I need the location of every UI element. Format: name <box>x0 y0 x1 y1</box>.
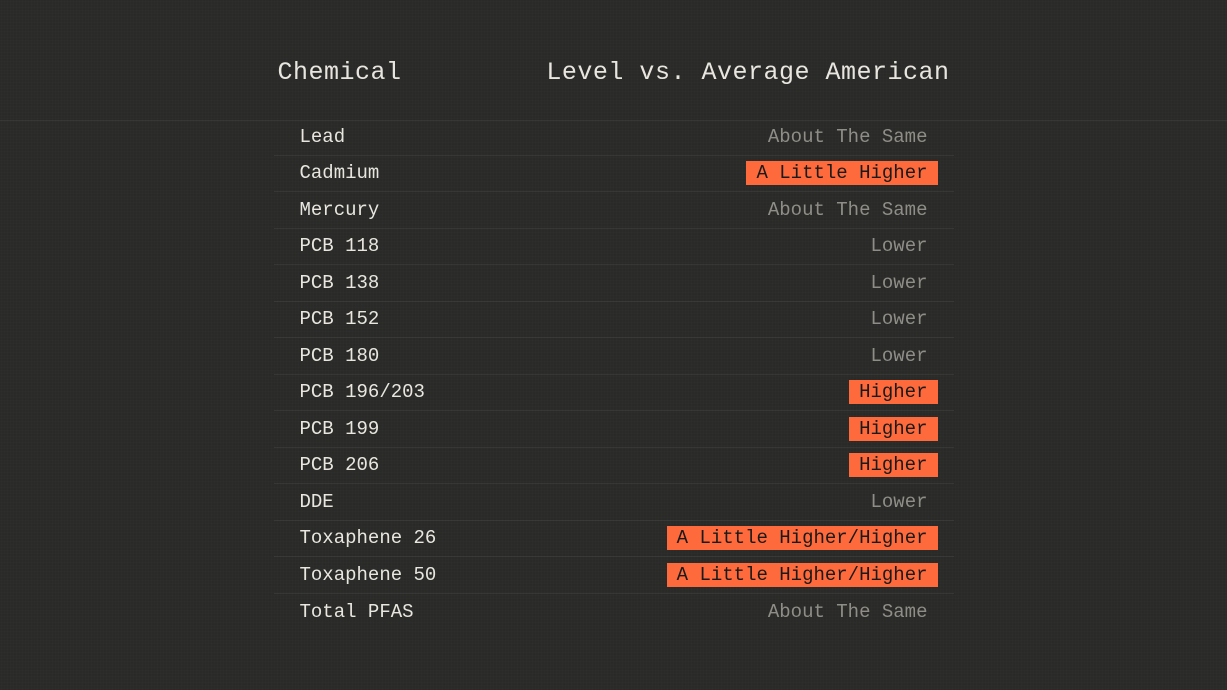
level-value: Lower <box>860 271 937 295</box>
table-row: PCB 196/203 Higher <box>274 375 954 412</box>
level-value: About The Same <box>758 198 938 222</box>
header-chemical: Chemical <box>278 58 402 87</box>
level-value: Higher <box>849 453 937 477</box>
chemical-name: PCB 206 <box>300 454 380 476</box>
chemical-name: Mercury <box>300 199 380 221</box>
level-value: Lower <box>860 234 937 258</box>
table-row: PCB 118 Lower <box>274 229 954 266</box>
level-value: Lower <box>860 490 937 514</box>
table-row: Toxaphene 50 A Little Higher/Higher <box>274 557 954 594</box>
level-value: A Little Higher <box>746 161 937 185</box>
level-value: About The Same <box>758 600 938 624</box>
table-row: Lead About The Same <box>274 119 954 156</box>
chemical-table: Chemical Level vs. Average American Lead… <box>274 0 954 630</box>
chemical-name: PCB 152 <box>300 308 380 330</box>
level-value: Higher <box>849 417 937 441</box>
chemical-name: PCB 118 <box>300 235 380 257</box>
table-header: Chemical Level vs. Average American <box>274 58 954 119</box>
table-row: PCB 206 Higher <box>274 448 954 485</box>
table-body: Lead About The Same Cadmium A Little Higher… <box>274 119 954 630</box>
table-row: Mercury About The Same <box>274 192 954 229</box>
chemical-name: PCB 138 <box>300 272 380 294</box>
level-value: A Little Higher/Higher <box>667 563 938 587</box>
table-row: Toxaphene 26 A Little Higher/Higher <box>274 521 954 558</box>
level-value: About The Same <box>758 125 938 149</box>
header-level: Level vs. Average American <box>546 58 949 87</box>
table-row: PCB 152 Lower <box>274 302 954 339</box>
chemical-name: PCB 199 <box>300 418 380 440</box>
chemical-name: DDE <box>300 491 334 513</box>
level-value: Lower <box>860 344 937 368</box>
level-value: A Little Higher/Higher <box>667 526 938 550</box>
chemical-name: Toxaphene 50 <box>300 564 437 586</box>
chemical-name: Total PFAS <box>300 601 414 623</box>
chemical-name: PCB 196/203 <box>300 381 425 403</box>
table-row: PCB 180 Lower <box>274 338 954 375</box>
chemical-name: Lead <box>300 126 346 148</box>
table-row: Total PFAS About The Same <box>274 594 954 631</box>
chemical-name: Cadmium <box>300 162 380 184</box>
table-row: PCB 138 Lower <box>274 265 954 302</box>
chemical-name: Toxaphene 26 <box>300 527 437 549</box>
table-row: PCB 199 Higher <box>274 411 954 448</box>
table-row: DDE Lower <box>274 484 954 521</box>
level-value: Lower <box>860 307 937 331</box>
table-row: Cadmium A Little Higher <box>274 156 954 193</box>
chemical-name: PCB 180 <box>300 345 380 367</box>
level-value: Higher <box>849 380 937 404</box>
